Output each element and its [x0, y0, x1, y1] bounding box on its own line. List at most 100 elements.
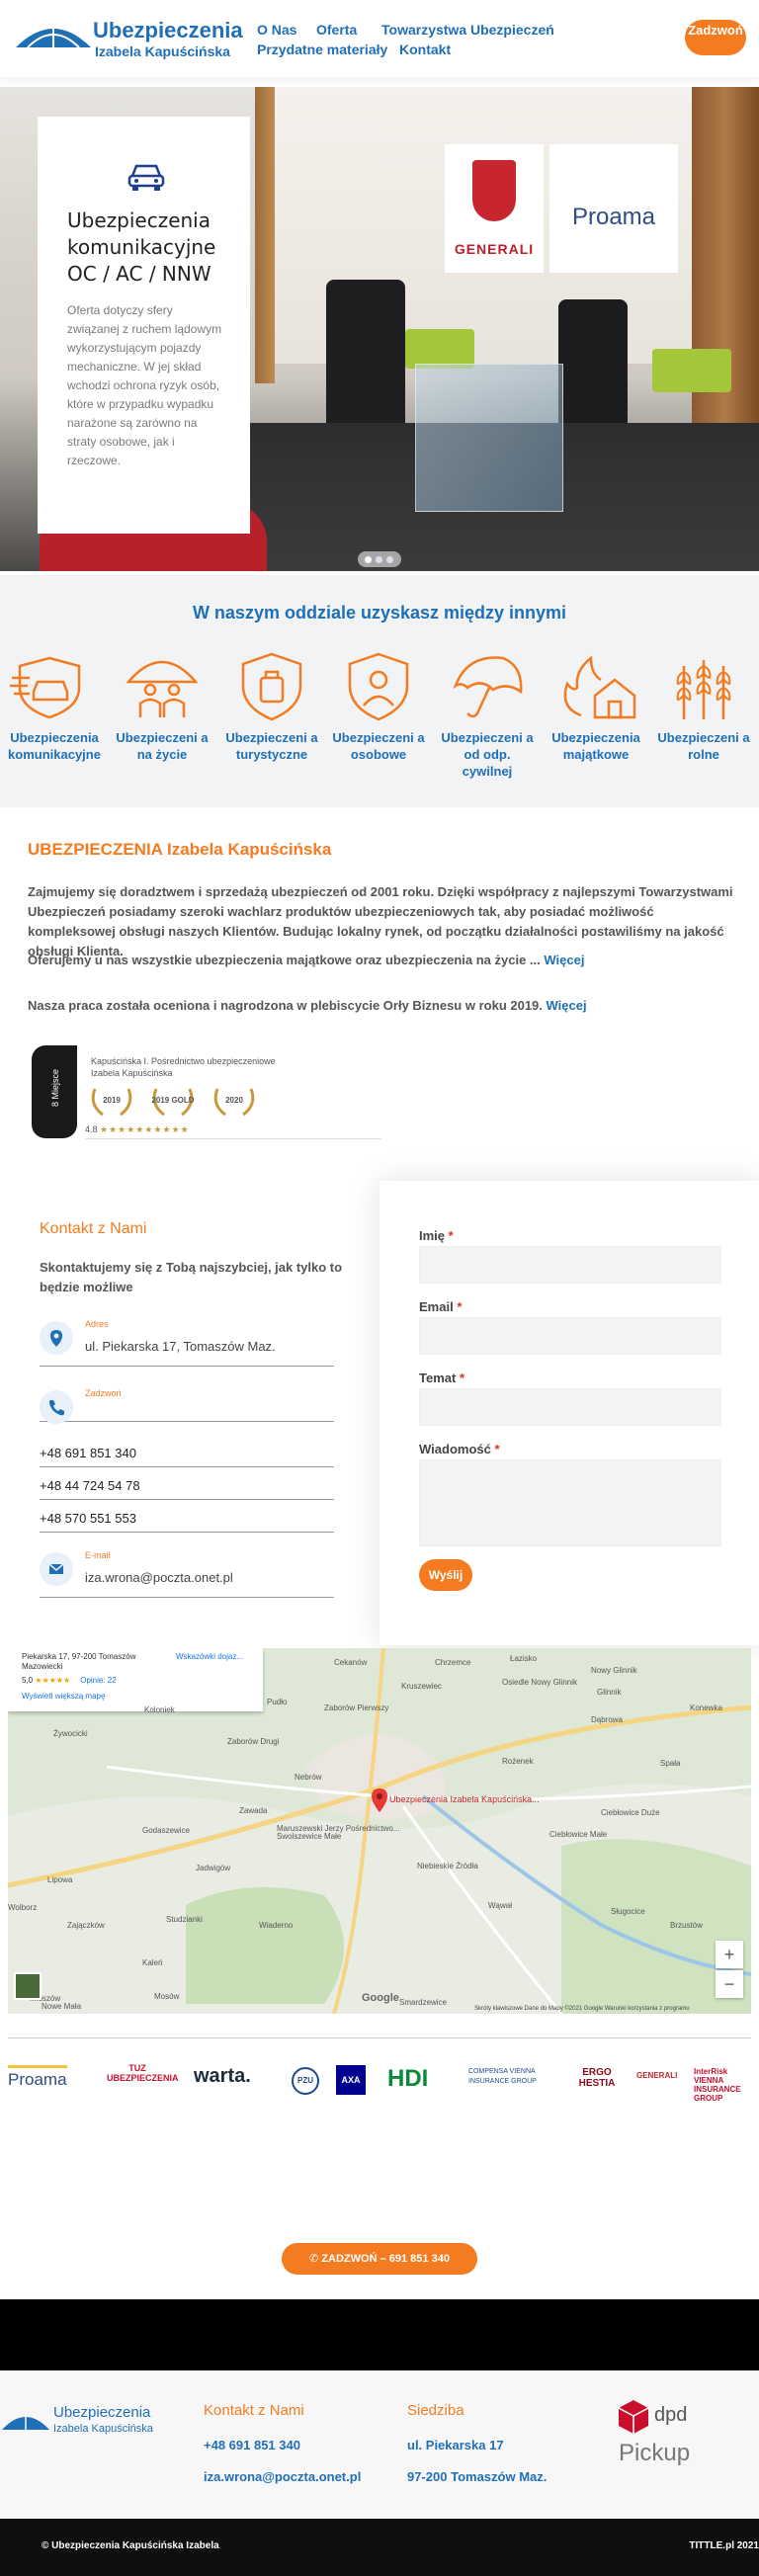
- umbrella-icon: [453, 656, 523, 718]
- map-directions-link[interactable]: Wskazówki dojaz...: [176, 1652, 243, 1661]
- call-button[interactable]: Zadzwoń: [685, 20, 746, 55]
- footer-city: 97-200 Tomaszów Maz.: [407, 2469, 548, 2484]
- badge-divider: [85, 1138, 381, 1139]
- about-more-link[interactable]: Więcej: [544, 953, 584, 967]
- nav-item-about[interactable]: O Nas: [257, 22, 296, 38]
- map-town: Smardzewice: [399, 1998, 448, 2007]
- message-label: Wiadomość *: [419, 1442, 500, 1456]
- partner-compensa-logo[interactable]: COMPENSA VIENNA INSURANCE GROUP: [468, 2067, 561, 2097]
- message-textarea[interactable]: [419, 1459, 721, 1546]
- service-life[interactable]: Ubezpieczeni a na życie: [113, 652, 211, 763]
- map-town: Brzustów: [670, 1921, 703, 1930]
- map-town: Zaborów Drugi: [227, 1737, 280, 1746]
- service-agriculture[interactable]: Ubezpieczeni a rolne: [654, 652, 753, 763]
- satellite-toggle-icon[interactable]: [14, 1972, 42, 2000]
- star-icon: ★★★★★★★★★★: [100, 1124, 190, 1134]
- services-heading: W naszym oddziale uzyskasz między innymi: [192, 603, 567, 623]
- footer-logo-title[interactable]: Ubezpieczenia: [53, 2404, 150, 2421]
- partner-warta-logo[interactable]: warta.: [194, 2065, 251, 2095]
- hero-photo-brochure-rack: [415, 364, 563, 512]
- copyright-text: © Ubezpieczenia Kapuścińska Izabela: [42, 2540, 219, 2551]
- nav-item-materials[interactable]: Przydatne materiały: [257, 42, 387, 57]
- badge-rank: 8 Miejsce: [32, 1045, 77, 1138]
- subject-label: Temat *: [419, 1371, 464, 1385]
- logo-subtitle[interactable]: Izabela Kapuścińska: [95, 43, 230, 59]
- message-label-text: Wiadomość: [419, 1442, 491, 1456]
- zoom-out-button[interactable]: −: [716, 1970, 743, 1998]
- footer-logo-subtitle[interactable]: Izabela Kapuścińska: [53, 2423, 153, 2435]
- send-button[interactable]: Wyślij: [419, 1559, 472, 1591]
- partner-axa-logo[interactable]: AXA: [336, 2065, 366, 2095]
- partner-hdi-logo[interactable]: HDI: [387, 2065, 428, 2095]
- partner-proama-logo[interactable]: Proama: [8, 2065, 67, 2095]
- hero-text: Oferta dotyczy sfery związanej z ruchem …: [67, 303, 222, 467]
- email-value[interactable]: iza.wrona@poczta.onet.pl: [85, 1570, 233, 1585]
- phone-number-1[interactable]: +48 691 851 340: [40, 1446, 334, 1467]
- about-paragraph: Zajmujemy się doradztwem i sprzedażą ube…: [28, 884, 733, 958]
- umbrella-logo-icon[interactable]: [14, 18, 93, 57]
- site-footer: Ubezpieczenia Izabela Kapuścińska Kontak…: [0, 2370, 759, 2519]
- map-reviews-link[interactable]: Opinie: 22: [80, 1676, 116, 1685]
- slider-dot-1[interactable]: [365, 556, 372, 563]
- service-car[interactable]: Ubezpieczenia komunikacyjne: [5, 652, 104, 763]
- logo-title[interactable]: Ubezpieczenia: [93, 18, 243, 43]
- partner-generali-logo[interactable]: GENERALI: [636, 2071, 677, 2101]
- zoom-in-button[interactable]: +: [716, 1941, 743, 1968]
- subject-input[interactable]: [419, 1388, 721, 1426]
- service-travel-label: Ubezpieczeni a turystyczne: [225, 730, 318, 762]
- divider: [8, 2037, 751, 2038]
- partner-pzu-logo[interactable]: PZU: [292, 2067, 319, 2095]
- map-rating-value: 5,0: [22, 1676, 34, 1685]
- award-more-link[interactable]: Więcej: [547, 998, 587, 1013]
- map-town: Rożenek: [502, 1757, 534, 1766]
- name-input[interactable]: [419, 1246, 721, 1284]
- footer-email[interactable]: iza.wrona@poczta.onet.pl: [204, 2469, 361, 2484]
- email-input[interactable]: [419, 1317, 721, 1355]
- map-info-address: Piekarska 17, 97-200 Tomaszów Mazowiecki: [22, 1652, 136, 1671]
- contact-subtitle: Skontaktujemy się z Tobą najszybciej, ja…: [40, 1260, 343, 1294]
- laurel-2020-icon: 2020: [211, 1085, 257, 1119]
- partner-interrisk-logo[interactable]: InterRisk VIENNA INSURANCE GROUP: [694, 2067, 755, 2103]
- nav-item-contact[interactable]: Kontakt: [399, 42, 451, 57]
- dpd-pickup-logo[interactable]: dpd Pickup: [617, 2400, 706, 2469]
- map-town: Kaleń: [142, 1958, 163, 1967]
- proama-sign-text: Proama: [571, 204, 656, 230]
- service-car-label: Ubezpieczenia komunikacyjne: [8, 730, 101, 762]
- footer-phone[interactable]: +48 691 851 340: [204, 2438, 300, 2452]
- laurel-year: 2020: [225, 1096, 243, 1105]
- hero-slider: GENERALI Proama Ubezpieczenia komunikacy…: [0, 87, 759, 571]
- service-travel[interactable]: Ubezpieczeni a turystyczne: [222, 652, 321, 763]
- slider-dot-3[interactable]: [386, 556, 393, 563]
- person-shield-icon: [348, 652, 409, 721]
- map-town: Osiedle Nowy Glinnik: [502, 1678, 578, 1687]
- map-town: Zajączków: [67, 1921, 105, 1930]
- phone-number-2[interactable]: +48 44 724 54 78: [40, 1478, 334, 1500]
- nav-item-insurers[interactable]: Towarzystwa Ubezpieczeń: [381, 22, 554, 38]
- email-field-label: Email *: [419, 1299, 462, 1314]
- map-larger-link[interactable]: Wyświetl większą mapę: [22, 1692, 105, 1701]
- hero-photo-wood: [255, 87, 275, 383]
- map-town: Mosów: [154, 1992, 180, 2001]
- phone-number-3[interactable]: +48 570 551 553: [40, 1511, 334, 1533]
- map-town: Kruszewiec: [401, 1682, 442, 1691]
- credit-link[interactable]: TITTLE.pl 2021: [689, 2540, 759, 2551]
- map-town: Nowe Mała: [42, 2002, 82, 2011]
- phone-icon: ✆: [309, 2253, 322, 2265]
- slider-dot-2[interactable]: [376, 556, 382, 563]
- partner-tuz-logo[interactable]: TUZ UBEZPIECZENIA: [107, 2063, 179, 2093]
- hero-photo-proama-sign: Proama: [549, 144, 678, 273]
- nav-item-offer[interactable]: Oferta: [316, 22, 357, 38]
- service-life-label: Ubezpieczeni a na życie: [116, 730, 209, 762]
- call-cta-button[interactable]: ✆ ZADZWOŃ – 691 851 340: [282, 2243, 477, 2275]
- service-personal[interactable]: Ubezpieczeni a osobowe: [329, 652, 428, 763]
- name-label: Imię *: [419, 1228, 454, 1243]
- email-label: E-mail: [85, 1550, 111, 1560]
- map-marker-icon[interactable]: [372, 1788, 387, 1812]
- google-map[interactable]: Piekarska 17, 97-200 Tomaszów Mazowiecki…: [8, 1648, 751, 2014]
- dpd-text: dpd: [654, 2404, 688, 2426]
- service-property[interactable]: Ubezpieczenia majątkowe: [547, 652, 645, 763]
- partner-ergo-hestia-logo[interactable]: ERGO HESTIA: [577, 2067, 617, 2097]
- service-liability[interactable]: Ubezpieczeni a od odp. cywilnej: [438, 652, 537, 780]
- badge-rating-value: 4.8: [85, 1124, 98, 1134]
- orly-biznesu-badge[interactable]: 8 Miejsce Kapuścińska I. Pośrednictwo ub…: [32, 1045, 381, 1139]
